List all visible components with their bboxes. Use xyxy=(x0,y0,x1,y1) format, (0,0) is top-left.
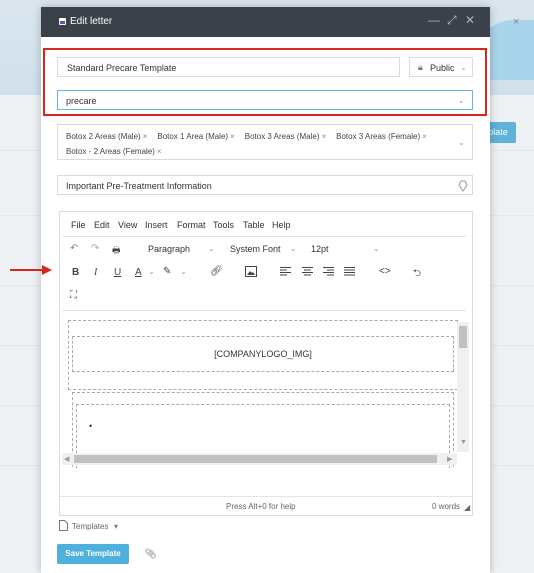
logo-cell: [COMPANYLOGO_IMG] xyxy=(72,336,454,372)
scrollbar-thumb[interactable] xyxy=(74,455,437,463)
fullscreen-icon[interactable]: ⛶ xyxy=(70,290,77,301)
bold-icon[interactable]: B xyxy=(72,267,79,278)
toolbar-divider xyxy=(62,310,466,311)
status-divider xyxy=(59,496,473,497)
modal-title: Edit letter xyxy=(70,16,113,27)
chevron-down-icon: ⌄ xyxy=(290,244,297,253)
menu-format[interactable]: Format xyxy=(177,220,206,230)
source-code-icon[interactable]: <> xyxy=(379,266,391,277)
status-help-text: Press Alt+0 for help xyxy=(226,502,296,511)
tags-select[interactable]: Botox 2 Areas (Male) × Botox 1 Area (Male)… xyxy=(57,124,473,160)
caret-down-icon: ▾ xyxy=(114,522,119,531)
print-icon[interactable]: 🖶︎ xyxy=(112,243,121,259)
remove-tag-icon[interactable]: × xyxy=(321,132,326,141)
align-center-icon[interactable] xyxy=(302,267,313,276)
align-right-icon[interactable] xyxy=(323,267,334,276)
tag-label: Botox 3 Areas (Male) xyxy=(244,132,320,141)
link-icon[interactable]: 🔗︎ xyxy=(210,266,223,277)
menu-help[interactable]: Help xyxy=(272,220,291,230)
align-left-icon[interactable] xyxy=(280,267,291,276)
tag-chip[interactable]: Botox 3 Areas (Male) × xyxy=(245,129,326,144)
remove-tag-icon[interactable]: × xyxy=(143,132,148,141)
scrollbar-thumb[interactable] xyxy=(459,326,467,348)
bullet-point: • xyxy=(89,421,93,431)
templates-dropdown[interactable]: Templates xyxy=(72,522,108,531)
subject-input[interactable]: Important Pre-Treatment Information xyxy=(57,175,473,195)
tag-label: Botox 3 Areas (Female) xyxy=(336,132,421,141)
company-logo-placeholder: [COMPANYLOGO_IMG] xyxy=(214,349,312,359)
italic-icon[interactable]: I xyxy=(94,267,97,278)
tag-label: Botox 2 Areas (Male) xyxy=(66,132,141,141)
paragraph-format-dropdown[interactable]: Paragraph xyxy=(148,244,190,254)
document-icon xyxy=(59,520,68,531)
subject-value: Important Pre-Treatment Information xyxy=(66,181,212,191)
menu-insert[interactable]: Insert xyxy=(145,220,168,230)
tag-chip[interactable]: Botox - 2 Areas (Female) × xyxy=(66,144,162,159)
app-logo-icon xyxy=(59,18,66,25)
editor-content[interactable]: [COMPANYLOGO_IMG] • xyxy=(62,316,470,468)
remove-tag-icon[interactable]: × xyxy=(230,132,235,141)
tag-chip[interactable]: Botox 2 Areas (Male) × xyxy=(66,129,147,144)
font-family-dropdown[interactable]: System Font xyxy=(230,244,281,254)
font-size-dropdown[interactable]: 12pt xyxy=(311,244,329,254)
close-icon[interactable]: ✕ xyxy=(465,13,475,27)
chevron-down-icon: ⌄ xyxy=(180,267,187,276)
menu-file[interactable]: File xyxy=(71,220,86,230)
highlight-box xyxy=(43,48,487,116)
tags-list: Botox 2 Areas (Male) × Botox 1 Area (Male)… xyxy=(66,129,456,159)
background-close-icon[interactable]: × xyxy=(513,16,519,28)
menu-view[interactable]: View xyxy=(118,220,137,230)
redo-icon[interactable]: ↷ xyxy=(91,243,99,254)
attachment-icon[interactable]: 📎︎ xyxy=(144,549,157,560)
minimize-icon[interactable]: — xyxy=(428,13,440,27)
text-color-icon[interactable]: A xyxy=(135,267,142,278)
toolbar-divider xyxy=(62,236,466,237)
scroll-right-icon[interactable]: ▶ xyxy=(447,455,452,463)
chevron-down-icon: ⌄ xyxy=(373,244,380,253)
save-template-button[interactable]: Save Template xyxy=(57,544,129,564)
modal-header: Edit letter — ⤢ ✕ xyxy=(41,7,490,37)
remove-tag-icon[interactable]: × xyxy=(157,147,162,156)
align-justify-icon[interactable] xyxy=(344,267,355,276)
chevron-down-icon: ⌄ xyxy=(208,244,215,253)
menu-edit[interactable]: Edit xyxy=(94,220,110,230)
scroll-left-icon[interactable]: ◀ xyxy=(64,455,69,463)
tag-label: Botox 1 Area (Male) xyxy=(157,132,229,141)
tag-icon[interactable] xyxy=(458,180,468,192)
menu-table[interactable]: Table xyxy=(243,220,265,230)
image-icon[interactable] xyxy=(245,266,257,277)
remove-tag-icon[interactable]: × xyxy=(422,132,427,141)
maximize-icon[interactable]: ⤢ xyxy=(447,13,457,28)
menu-tools[interactable]: Tools xyxy=(213,220,234,230)
chevron-down-icon: ⌄ xyxy=(148,267,155,276)
annotation-arrow-icon xyxy=(10,265,52,275)
chevron-down-icon: ⌄ xyxy=(458,138,465,147)
rtl-direction-icon[interactable]: ⮌ xyxy=(413,266,421,283)
tag-chip[interactable]: Botox 3 Areas (Female) × xyxy=(336,129,427,144)
underline-icon[interactable]: U xyxy=(114,267,121,278)
tag-label: Botox - 2 Areas (Female) xyxy=(66,147,155,156)
highlight-color-icon[interactable]: ✎ xyxy=(163,266,171,277)
word-count: 0 words xyxy=(432,502,461,511)
resize-handle-icon[interactable]: ◢ xyxy=(464,503,470,512)
scroll-down-icon[interactable]: ▼ xyxy=(460,439,467,446)
tag-chip[interactable]: Botox 1 Area (Male) × xyxy=(157,129,234,144)
undo-icon[interactable]: ↶ xyxy=(70,243,78,254)
